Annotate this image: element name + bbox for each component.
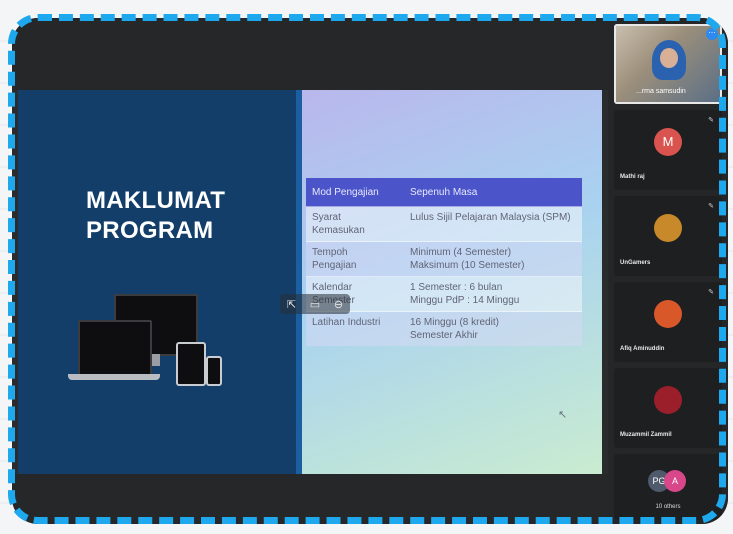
bottom-bar xyxy=(12,474,608,524)
phone-icon xyxy=(206,356,222,386)
avatar: M xyxy=(654,128,682,156)
more-options-icon[interactable]: ⋯ xyxy=(706,28,718,40)
participant-tile[interactable]: Muzammil Zammil xyxy=(614,368,722,448)
cell-text: Syarat xyxy=(312,212,341,223)
table-value-cell: 1 Semester : 6 bulan Minggu PdP : 14 Min… xyxy=(404,276,582,312)
cell-text: Pengajian xyxy=(312,260,357,271)
table-row: Latihan Industri 16 Minggu (8 kredit) Se… xyxy=(306,311,582,346)
table-value-cell: 16 Minggu (8 kredit) Semester Akhir xyxy=(404,311,582,346)
participants-sidebar: ...rma samsudin ⋯ ✎ M Mathi raj ✎ UnGame… xyxy=(608,18,728,524)
laptop-base xyxy=(68,374,160,380)
participant-name: Mathi raj xyxy=(620,174,645,180)
cell-text: 1 Semester : 6 bulan xyxy=(410,282,503,293)
cell-text: Kemasukan xyxy=(312,225,365,236)
table-header-row: Mod Pengajian Sepenuh Masa xyxy=(306,178,582,207)
table-label-cell: Syarat Kemasukan xyxy=(306,206,404,242)
others-tile[interactable]: PG A 10 others xyxy=(614,454,722,520)
top-bar xyxy=(12,18,608,90)
table-header-cell: Sepenuh Masa xyxy=(404,178,582,207)
cell-text: Lulus Sijil Pelajaran Malaysia (SPM) xyxy=(410,212,571,223)
slide-title-line2: PROGRAM xyxy=(86,217,214,244)
participant-name: Afiq Aminuddin xyxy=(620,346,665,352)
slide-title-line1: MAKLUMAT xyxy=(86,187,226,214)
table-row: Tempoh Pengajian Minimum (4 Semester) Ma… xyxy=(306,241,582,277)
cell-text: Kalendar xyxy=(312,282,353,293)
cell-text: Latihan Industri xyxy=(312,317,381,328)
slide-title: MAKLUMAT PROGRAM xyxy=(86,186,286,246)
meeting-window: MAKLUMAT PROGRAM Mod Pengajian Sepenuh M… xyxy=(12,18,728,524)
laptop-icon xyxy=(78,320,152,376)
cell-text: Tempoh xyxy=(312,247,348,258)
table-row: Syarat Kemasukan Lulus Sijil Pelajaran M… xyxy=(306,206,582,242)
mic-muted-icon: ✎ xyxy=(708,203,714,210)
cell-text: Minimum (4 Semester) xyxy=(410,247,512,258)
mouse-cursor-icon: ↖ xyxy=(558,409,568,421)
person-face xyxy=(660,48,678,68)
devices-illustration xyxy=(68,290,228,400)
participant-name: UnGamers xyxy=(620,260,651,266)
pin-icon[interactable]: ⇱ xyxy=(287,298,296,311)
avatar: A xyxy=(664,470,686,492)
mic-muted-icon: ✎ xyxy=(708,289,714,296)
avatar xyxy=(654,386,682,414)
table-value-cell: Lulus Sijil Pelajaran Malaysia (SPM) xyxy=(404,206,582,242)
program-info-table: Mod Pengajian Sepenuh Masa Syarat Kemasu… xyxy=(306,178,582,346)
participant-video: ...rma samsudin ⋯ xyxy=(614,24,722,104)
participant-tile[interactable]: ✎ Afiq Aminuddin xyxy=(614,282,722,362)
table-value-cell: Minimum (4 Semester) Maksimum (10 Semest… xyxy=(404,241,582,277)
participant-tile[interactable]: ✎ M Mathi raj xyxy=(614,110,722,190)
slide-divider xyxy=(296,90,302,474)
cell-text: 16 Minggu (8 kredit) xyxy=(410,317,499,328)
cell-text: Maksimum (10 Semester) xyxy=(410,260,525,271)
participant-name: ...rma samsudin xyxy=(636,88,686,95)
fit-icon[interactable]: ▭ xyxy=(310,298,320,311)
others-avatars: PG A xyxy=(648,470,692,494)
table-label-cell: Tempoh Pengajian xyxy=(306,241,404,277)
avatar xyxy=(654,300,682,328)
table-header-cell: Mod Pengajian xyxy=(306,178,404,207)
slide-overlay-controls[interactable]: ⇱ ▭ ⊖ xyxy=(280,294,350,314)
slide-left-panel xyxy=(18,90,298,474)
tablet-icon xyxy=(176,342,206,386)
zoom-icon[interactable]: ⊖ xyxy=(334,298,343,311)
shared-slide: MAKLUMAT PROGRAM Mod Pengajian Sepenuh M… xyxy=(18,90,602,474)
participant-name: Muzammil Zammil xyxy=(620,432,672,438)
cell-text: Semester Akhir xyxy=(410,330,478,341)
cell-text: Minggu PdP : 14 Minggu xyxy=(410,295,520,306)
participant-tile[interactable]: ✎ UnGamers xyxy=(614,196,722,276)
participant-tile-self[interactable]: ...rma samsudin ⋯ xyxy=(614,24,722,104)
others-count-label: 10 others xyxy=(655,504,681,510)
table-label-cell: Latihan Industri xyxy=(306,311,404,346)
mic-muted-icon: ✎ xyxy=(708,117,714,124)
avatar xyxy=(654,214,682,242)
avatar-initial: M xyxy=(662,134,674,149)
